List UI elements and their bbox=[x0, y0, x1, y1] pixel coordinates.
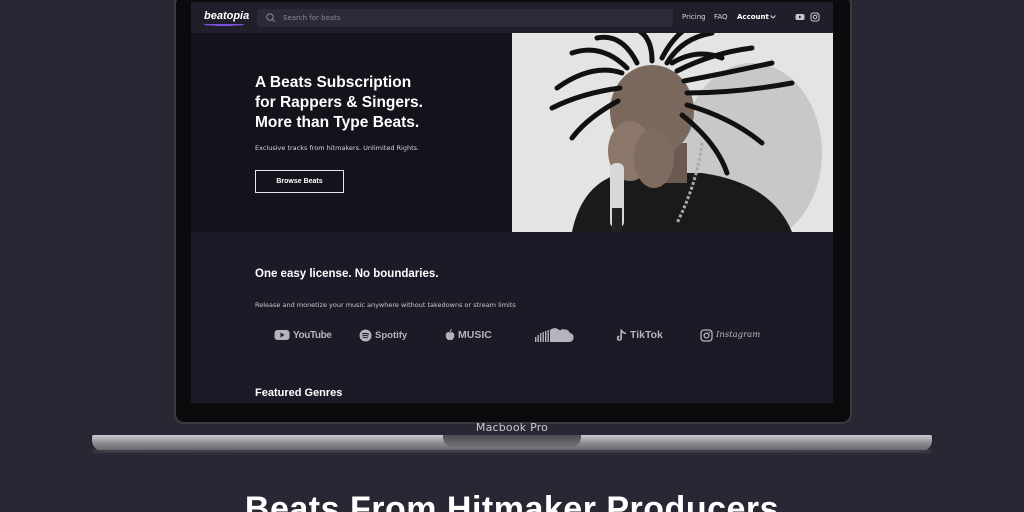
platform-youtube-label: YouTube bbox=[293, 329, 332, 341]
hero-subtitle: Exclusive tracks from hitmakers. Unlimit… bbox=[255, 144, 420, 152]
platform-youtube: YouTube bbox=[274, 328, 332, 342]
hero-title: A Beats Subscription for Rappers & Singe… bbox=[255, 73, 495, 133]
website-screen: beatopia Search for beats Pricing FAQ Ac… bbox=[191, 2, 833, 403]
spotify-icon bbox=[359, 329, 372, 341]
platform-instagram-label: Instagram bbox=[716, 330, 761, 340]
platform-spotify-label: Spotify bbox=[375, 329, 408, 341]
youtube-icon bbox=[274, 330, 290, 340]
site-logo[interactable]: beatopia bbox=[204, 10, 249, 22]
search-icon bbox=[266, 13, 275, 22]
site-navbar: beatopia Search for beats Pricing FAQ Ac… bbox=[191, 2, 833, 33]
platform-instagram: Instagram bbox=[700, 328, 760, 342]
chevron-down-icon[interactable] bbox=[769, 13, 777, 21]
nav-account-menu[interactable]: Account bbox=[737, 13, 769, 21]
browse-beats-button[interactable]: Browse Beats bbox=[255, 170, 344, 193]
platform-spotify: Spotify bbox=[359, 328, 407, 342]
hero-title-line-2: for Rappers & Singers. bbox=[255, 94, 423, 111]
search-bar[interactable]: Search for beats bbox=[257, 9, 673, 27]
page-headline: Beats From Hitmaker Producers bbox=[244, 490, 780, 512]
hero-title-line-3: More than Type Beats. bbox=[255, 114, 420, 131]
apple-icon bbox=[445, 329, 455, 341]
hero-title-line-1: A Beats Subscription bbox=[255, 74, 412, 91]
license-section: One easy license. No boundaries. Release… bbox=[191, 232, 833, 403]
instagram-icon[interactable] bbox=[810, 12, 820, 22]
nav-faq-link[interactable]: FAQ bbox=[714, 13, 728, 21]
soundcloud-icon bbox=[535, 328, 574, 342]
logo-underline bbox=[204, 23, 244, 26]
license-title: One easy license. No boundaries. bbox=[255, 268, 439, 280]
laptop-notch bbox=[443, 435, 581, 447]
platform-tiktok: TikTok bbox=[616, 328, 663, 342]
nav-pricing-link[interactable]: Pricing bbox=[682, 13, 706, 21]
hero-artist-photo bbox=[512, 33, 833, 232]
device-label: Macbook Pro bbox=[475, 421, 549, 434]
hero-section: A Beats Subscription for Rappers & Singe… bbox=[191, 33, 833, 232]
instagram-icon bbox=[700, 328, 713, 342]
platform-tiktok-label: TikTok bbox=[630, 329, 663, 341]
artist-illustration bbox=[512, 33, 833, 232]
youtube-icon[interactable] bbox=[795, 12, 805, 22]
license-subtitle: Release and monetize your music anywhere… bbox=[255, 301, 516, 309]
platform-apple-music: MUSIC bbox=[445, 328, 492, 342]
platform-apple-music-label: MUSIC bbox=[458, 329, 492, 341]
featured-genres-heading: Featured Genres bbox=[255, 387, 343, 399]
tiktok-icon bbox=[616, 329, 626, 341]
platform-soundcloud bbox=[535, 328, 577, 342]
search-placeholder: Search for beats bbox=[283, 14, 341, 22]
